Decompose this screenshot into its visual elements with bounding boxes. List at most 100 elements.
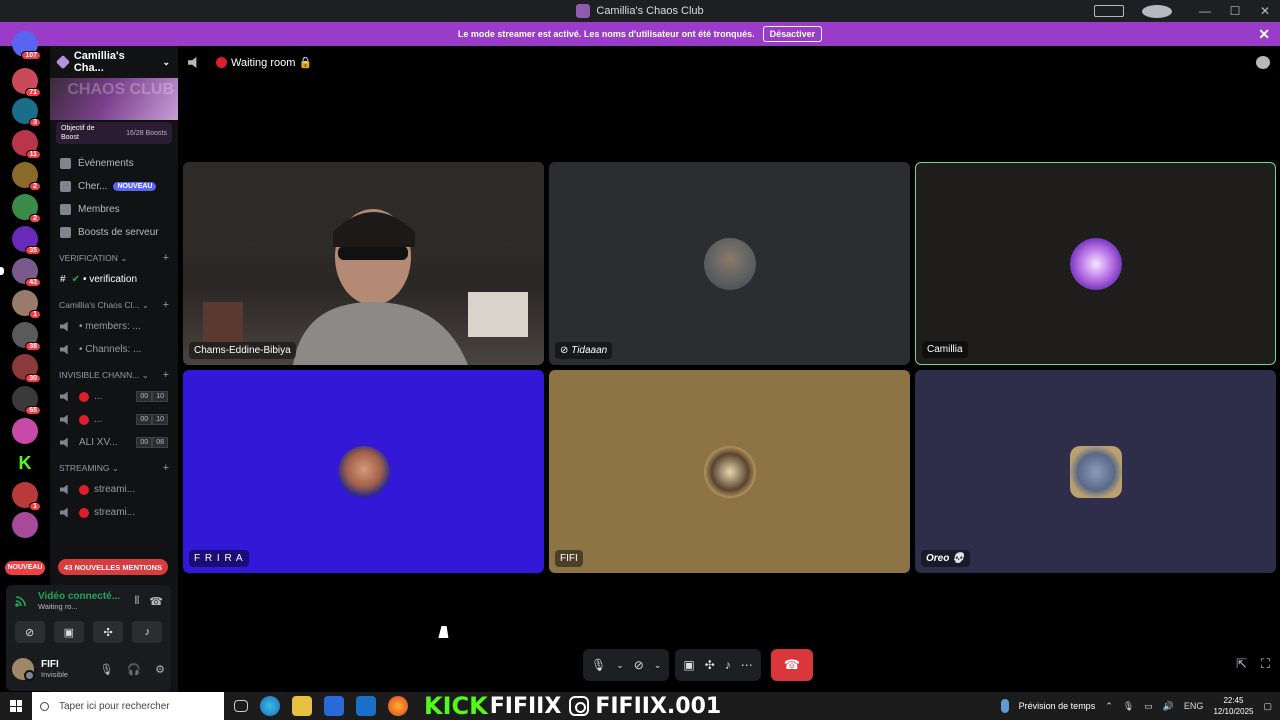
chevron-down-icon[interactable]: ⌄ (654, 660, 662, 671)
server-icon[interactable]: 35 (12, 226, 41, 255)
boost-count: 16/28 Boosts (126, 129, 167, 137)
nav-browse[interactable]: Cher... NOUVEAU (50, 175, 178, 198)
new-mentions-pill[interactable]: 43 NOUVELLES MENTIONS (58, 559, 168, 575)
network-icon[interactable]: ▭ (1144, 701, 1153, 712)
gear-icon[interactable]: ⚙ (155, 663, 165, 676)
camera-off-icon[interactable]: ⊘ (634, 658, 644, 672)
chevron-down-icon[interactable]: ⌄ (616, 660, 624, 671)
channel-streaming-2[interactable]: streami... (50, 501, 178, 524)
selected-indicator (0, 267, 4, 275)
start-button[interactable] (0, 700, 32, 712)
server-icon[interactable]: 1 (12, 290, 41, 319)
guild-header[interactable]: Camillia's Cha... ⌄ (50, 46, 178, 78)
channel-verification[interactable]: # ✔ • verification (50, 268, 178, 291)
maximize-button[interactable]: ☐ (1220, 4, 1250, 18)
server-icon[interactable] (12, 512, 38, 538)
category-invisible[interactable]: INVISIBLE CHANN... ⌄ + (50, 365, 178, 385)
server-icon[interactable]: 2 (12, 194, 41, 223)
server-icon[interactable]: 3 (12, 98, 41, 127)
weather-icon[interactable] (1000, 699, 1009, 713)
file-explorer-icon[interactable] (292, 696, 312, 716)
minimize-button[interactable]: — (1190, 4, 1220, 18)
firefox-icon[interactable] (388, 696, 408, 716)
noise-suppression-icon[interactable]: ⦀ (134, 595, 139, 608)
server-icon[interactable]: 1 (12, 482, 41, 511)
server-icon[interactable]: 43 (0, 258, 41, 287)
help-icon[interactable]: ? (1142, 4, 1172, 18)
channel-invisible-1[interactable]: ... 00 10 (50, 385, 178, 408)
channel-invisible-2[interactable]: ... 00 10 (50, 408, 178, 431)
soundboard-button[interactable]: ♪ (132, 621, 163, 643)
category-streaming[interactable]: STREAMING ⌄ + (50, 458, 178, 478)
headphones-icon[interactable]: 🎧 (127, 663, 141, 676)
home-button[interactable]: 107 (12, 31, 41, 60)
store-icon[interactable] (324, 696, 344, 716)
weather-label[interactable]: Prévision de temps (1019, 701, 1096, 711)
disable-streamer-button[interactable]: Désactiver (762, 26, 823, 42)
volume-icon[interactable]: 🔊 (1163, 701, 1174, 712)
language-indicator[interactable]: ENG (1184, 701, 1204, 711)
boost-goal[interactable]: Objectif de Boost 16/28 Boosts (56, 122, 172, 144)
video-tile[interactable]: F R I R A (183, 370, 544, 573)
clock[interactable]: 22:45 12/10/2025 (1213, 695, 1253, 717)
soundboard-icon[interactable]: ♪ (725, 658, 731, 672)
nav-events[interactable]: Événements (50, 152, 178, 175)
close-window-button[interactable]: ✕ (1250, 4, 1280, 18)
nav-members[interactable]: Membres (50, 198, 178, 221)
server-icon[interactable] (12, 418, 38, 444)
server-icon[interactable]: 65 (12, 386, 41, 415)
microphone-icon[interactable]: 🎙 (99, 663, 113, 676)
video-tile[interactable]: Chams-Eddine-Bibiya (183, 162, 544, 365)
video-tile[interactable]: Oreo 💀 (915, 370, 1276, 573)
channel-streaming-1[interactable]: streami... (50, 478, 178, 501)
notification-badge: 38 (25, 342, 41, 351)
close-banner-icon[interactable]: ✕ (1258, 26, 1270, 43)
user-status: Invisible (41, 670, 69, 679)
pop-out-icon[interactable]: ⇱ (1236, 656, 1247, 672)
screen-share-button[interactable]: ▣ (53, 621, 84, 643)
inbox-icon[interactable] (1094, 5, 1124, 17)
avatar[interactable] (12, 658, 35, 681)
channel-ali[interactable]: ALI XV... 00 08 (50, 431, 178, 454)
activities-button[interactable]: ✣ (93, 621, 124, 643)
activities-icon[interactable]: ✣ (705, 658, 715, 672)
new-servers-pill[interactable]: NOUVEAU (5, 561, 45, 575)
category-chaos[interactable]: Camillia's Chaos Cl... ⌄ + (50, 295, 178, 315)
participant-name: F R I R A (189, 550, 249, 567)
camera-off-button[interactable]: ⊘ (14, 621, 45, 643)
channel-channels[interactable]: • Channels: ... (50, 338, 178, 361)
category-verification[interactable]: VERIFICATION ⌄ + (50, 248, 178, 268)
server-icon[interactable]: 11 (12, 130, 41, 159)
add-channel-icon[interactable]: + (163, 369, 169, 381)
microphone-icon[interactable]: 🎙 (1123, 701, 1134, 712)
server-icon[interactable]: 38 (12, 322, 41, 351)
add-channel-icon[interactable]: + (163, 252, 169, 264)
server-icon[interactable]: 71 (12, 68, 41, 97)
edge-icon[interactable] (260, 696, 280, 716)
server-icon[interactable]: 2 (12, 162, 41, 191)
signal-icon[interactable] (14, 594, 30, 608)
add-channel-icon[interactable]: + (163, 462, 169, 474)
video-tile[interactable]: ⊘ Tidaaan (549, 162, 910, 365)
disconnect-icon[interactable]: ☎ (149, 595, 163, 608)
taskbar-search[interactable]: Taper ici pour rechercher (32, 692, 224, 720)
task-view-icon[interactable] (234, 700, 248, 712)
screen-share-icon[interactable]: ▣ (683, 658, 694, 672)
outlook-icon[interactable] (356, 696, 376, 716)
tray-chevron-icon[interactable]: ⌃ (1105, 701, 1113, 712)
server-icon[interactable]: 30 (12, 354, 41, 383)
chat-bubble-icon[interactable] (1256, 56, 1270, 69)
add-channel-icon[interactable]: + (163, 299, 169, 311)
video-tile-speaking[interactable]: Camillia (915, 162, 1276, 365)
video-tile[interactable]: FIFI (549, 370, 910, 573)
microphone-icon[interactable]: 🎙 (591, 658, 606, 672)
fullscreen-icon[interactable]: ⛶ (1261, 656, 1270, 672)
user-limit: 00 10 (136, 391, 168, 402)
kick-server-icon[interactable]: K (12, 450, 38, 476)
more-options-icon[interactable]: ⋯ (741, 658, 753, 672)
voice-channel-name[interactable]: Waiting ro... (38, 602, 120, 611)
notifications-icon[interactable]: ▢ (1263, 701, 1272, 712)
hang-up-button[interactable]: ☎ (770, 649, 813, 681)
channel-members[interactable]: • members: ... (50, 315, 178, 338)
nav-boosts[interactable]: Boosts de serveur (50, 221, 178, 244)
